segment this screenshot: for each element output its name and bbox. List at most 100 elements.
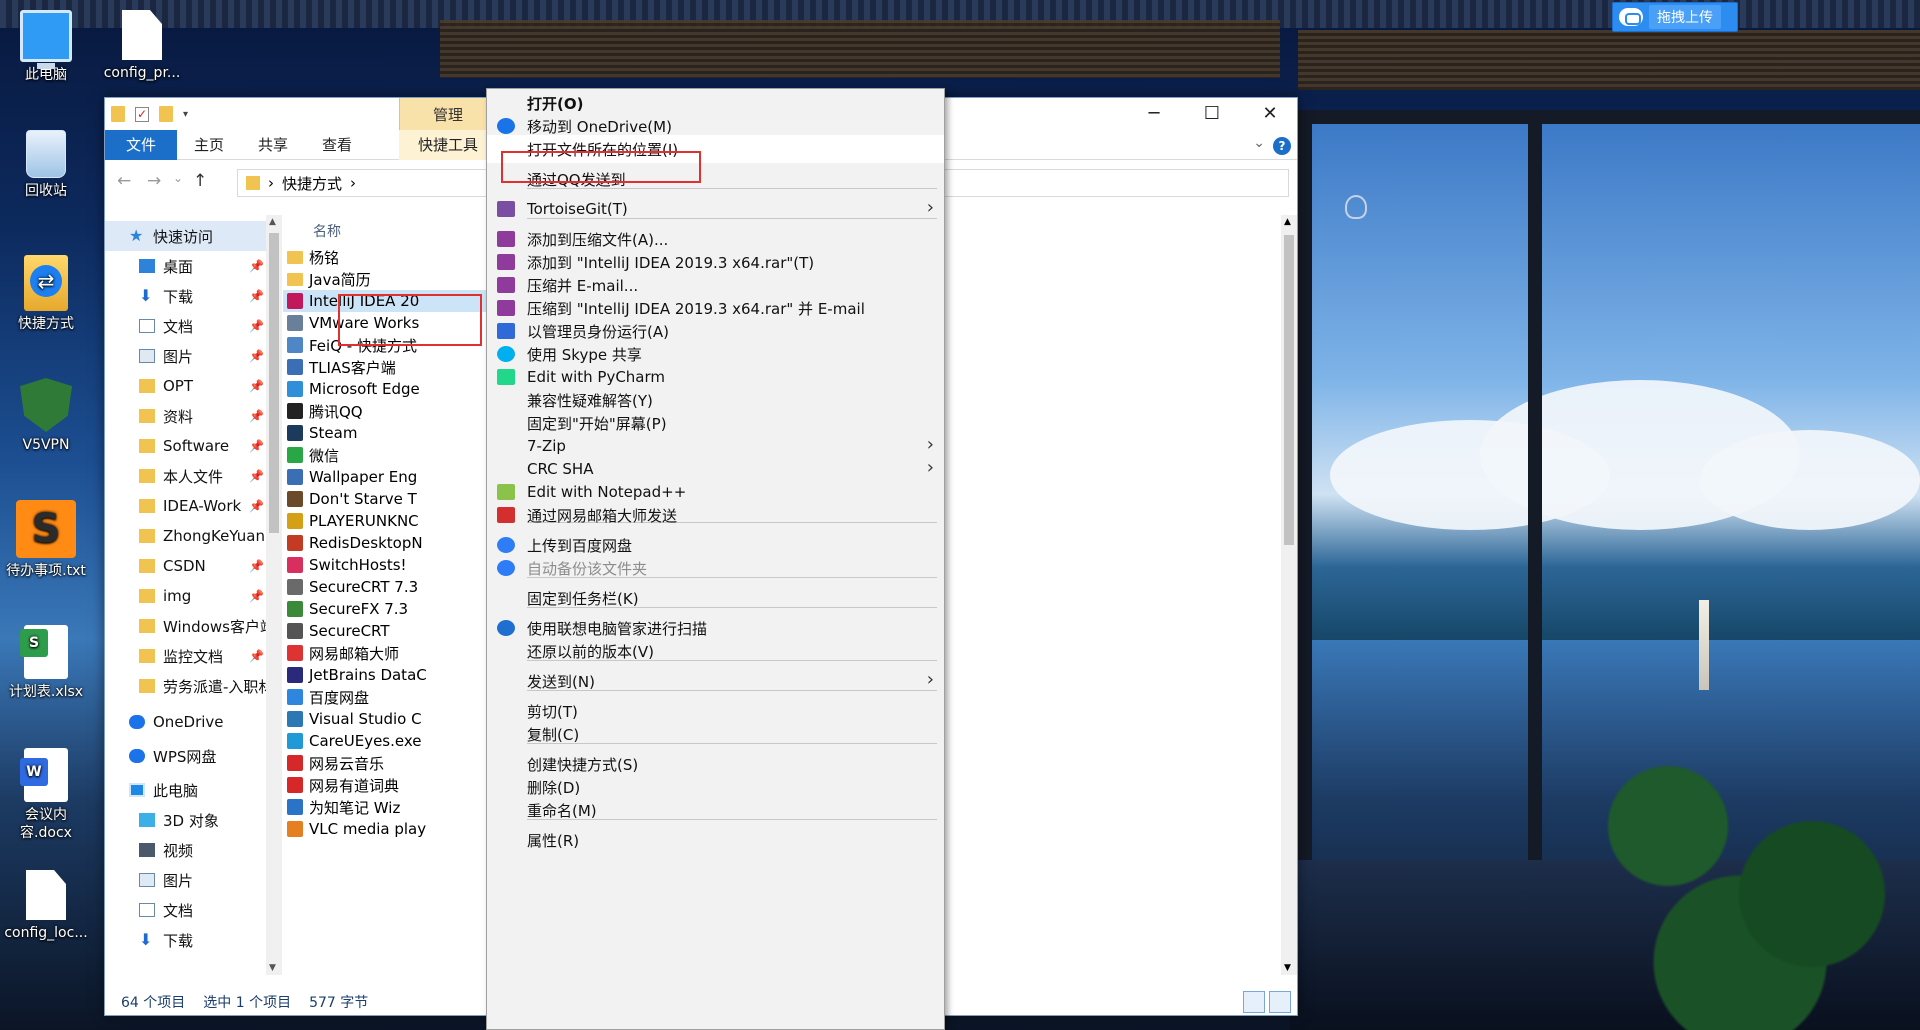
tab-file[interactable]: 文件 xyxy=(105,130,177,160)
nav-scrollbar-thumb[interactable] xyxy=(269,233,279,533)
menu-item[interactable]: 属性(R) xyxy=(487,826,944,854)
nav-item[interactable]: ⬇ 下载 📌 xyxy=(105,281,266,311)
close-button[interactable]: ✕ xyxy=(1241,98,1299,130)
back-arrow-icon[interactable]: ← xyxy=(117,171,131,191)
shortcut-icon xyxy=(287,777,303,793)
nav-item[interactable]: Windows客户端插件📌 xyxy=(105,611,266,641)
desktop-icon-todo-txt[interactable]: S 待办事项.txt xyxy=(0,500,92,580)
tab-manage[interactable]: 管理 xyxy=(399,98,497,132)
cloud-upload-button[interactable]: 拖拽上传 xyxy=(1612,2,1738,32)
address-sep: › xyxy=(350,174,357,192)
customize-dropdown-icon[interactable]: ▾ xyxy=(183,109,188,120)
nav-scrollbar[interactable]: ▲ ▼ xyxy=(266,215,282,975)
nav-pc-item[interactable]: 3D 对象 xyxy=(105,805,266,835)
folder-icon xyxy=(287,250,303,264)
folder-icon[interactable] xyxy=(111,106,125,122)
address-path[interactable]: 快捷方式 xyxy=(282,173,342,194)
menu-item-label: Edit with Notepad++ xyxy=(527,483,687,501)
scroll-down-icon[interactable]: ▼ xyxy=(1284,963,1291,973)
nav-item[interactable]: Software 📌 xyxy=(105,431,266,461)
pin-icon[interactable]: 📌 xyxy=(249,349,264,363)
new-folder-icon[interactable] xyxy=(159,106,173,122)
pin-icon[interactable]: 📌 xyxy=(249,319,264,333)
pin-icon[interactable]: 📌 xyxy=(249,289,264,303)
nav-item[interactable]: 本人文件 📌 xyxy=(105,461,266,491)
pin-icon[interactable]: 📌 xyxy=(249,439,264,453)
nav-wps-drive[interactable]: WPS网盘 xyxy=(105,741,266,771)
tab-view[interactable]: 查看 xyxy=(305,130,369,160)
file-name: 为知笔记 Wiz xyxy=(309,798,401,817)
tab-shortcut-tools[interactable]: 快捷工具 xyxy=(399,130,497,160)
nav-label: 此电脑 xyxy=(153,781,199,800)
nav-item[interactable]: OPT 📌 xyxy=(105,371,266,401)
pin-icon[interactable]: 📌 xyxy=(249,469,264,483)
recent-dropdown-icon[interactable]: ⌄ xyxy=(173,171,183,185)
forward-arrow-icon[interactable]: → xyxy=(147,171,161,191)
desktop-icon-meeting-docx[interactable]: 会议内容.docx xyxy=(0,748,92,842)
menu-item[interactable]: TortoiseGit(T) › xyxy=(487,195,944,223)
menu-item[interactable]: 通过网易邮箱大师发送 xyxy=(487,501,944,529)
up-arrow-icon[interactable]: ↑ xyxy=(193,171,207,191)
menu-item[interactable]: 固定到任务栏(K) xyxy=(487,584,944,612)
nav-item[interactable]: IDEA-Work 📌 xyxy=(105,491,266,521)
scroll-down-icon[interactable]: ▼ xyxy=(269,963,276,973)
column-name[interactable]: 名称 xyxy=(313,221,341,241)
pin-icon[interactable]: 📌 xyxy=(249,409,264,423)
nav-pc-item[interactable]: 图片 xyxy=(105,865,266,895)
nav-quick-access[interactable]: ★ 快速访问 xyxy=(105,221,266,251)
pin-icon[interactable]: 📌 xyxy=(249,589,264,603)
menu-item[interactable]: 还原以前的版本(V) xyxy=(487,637,944,665)
list-scrollbar-thumb[interactable] xyxy=(1284,235,1294,545)
quick-access-toolbar: ✓ ▾ xyxy=(111,106,188,122)
pin-icon[interactable]: 📌 xyxy=(249,379,264,393)
desktop-icon-config-loc[interactable]: config_loc... xyxy=(0,870,92,942)
menu-item[interactable]: 发送到(N) › xyxy=(487,667,944,695)
download-icon: ⬇ xyxy=(139,930,153,949)
scroll-up-icon[interactable]: ▲ xyxy=(269,217,276,227)
properties-icon[interactable]: ✓ xyxy=(135,106,149,122)
nav-pc-item[interactable]: 文档 xyxy=(105,895,266,925)
nav-item[interactable]: 文档 📌 xyxy=(105,311,266,341)
nav-item[interactable]: 图片 📌 xyxy=(105,341,266,371)
desktop-icon-config-pr[interactable]: config_pr... xyxy=(96,10,188,82)
menu-item-label: 删除(D) xyxy=(527,778,581,797)
nav-onedrive[interactable]: OneDrive xyxy=(105,707,266,737)
desktop-icon-shortcuts[interactable]: 快捷方式 xyxy=(0,255,92,333)
nav-label: 下载 xyxy=(163,287,194,306)
nav-item[interactable]: ZhongKeYuan📌 xyxy=(105,521,266,551)
list-scrollbar[interactable]: ▲ ▼ xyxy=(1281,215,1297,975)
shortcut-icon xyxy=(287,293,303,309)
nav-pc-item[interactable]: 视频 xyxy=(105,835,266,865)
nav-item[interactable]: CSDN 📌 xyxy=(105,551,266,581)
desktop-icon-plan-xlsx[interactable]: 计划表.xlsx xyxy=(0,625,92,701)
nav-item[interactable]: 监控文档 📌 xyxy=(105,641,266,671)
pin-icon[interactable]: 📌 xyxy=(249,259,264,273)
tab-home[interactable]: 主页 xyxy=(177,130,241,160)
file-name: TLIAS客户端 xyxy=(309,358,396,377)
nav-item[interactable]: 劳务派遣-入职材料📌 xyxy=(105,671,266,701)
nav-item[interactable]: img 📌 xyxy=(105,581,266,611)
desktop-icon-recycle-bin[interactable]: 回收站 xyxy=(0,130,92,200)
desktop-icon-v5vpn[interactable]: V5VPN xyxy=(0,378,92,454)
ribbon-expand-icon[interactable]: ⌄ xyxy=(1253,135,1265,151)
details-view-icon[interactable] xyxy=(1243,991,1265,1013)
document-icon xyxy=(139,319,155,333)
pin-icon[interactable]: 📌 xyxy=(249,649,264,663)
maximize-button[interactable]: ☐ xyxy=(1183,98,1241,130)
nav-this-pc[interactable]: 此电脑 xyxy=(105,775,266,805)
shortcut-icon xyxy=(287,535,303,551)
pin-icon[interactable]: 📌 xyxy=(249,559,264,573)
pin-icon[interactable]: 📌 xyxy=(249,499,264,513)
nav-label: IDEA-Work xyxy=(163,497,242,515)
nav-item[interactable]: 资料 📌 xyxy=(105,401,266,431)
minimize-button[interactable]: ─ xyxy=(1125,98,1183,130)
menu-item[interactable]: 重命名(M) xyxy=(487,796,944,824)
scroll-up-icon[interactable]: ▲ xyxy=(1284,217,1291,227)
nav-pc-item[interactable]: ⬇ 下载 xyxy=(105,925,266,955)
menu-item[interactable]: 复制(C) xyxy=(487,720,944,748)
tab-share[interactable]: 共享 xyxy=(241,130,305,160)
nav-item[interactable]: 桌面 📌 xyxy=(105,251,266,281)
help-icon[interactable]: ? xyxy=(1273,137,1291,155)
large-icons-view-icon[interactable] xyxy=(1269,991,1291,1013)
desktop-icon-this-pc[interactable]: 此电脑 xyxy=(0,10,92,84)
